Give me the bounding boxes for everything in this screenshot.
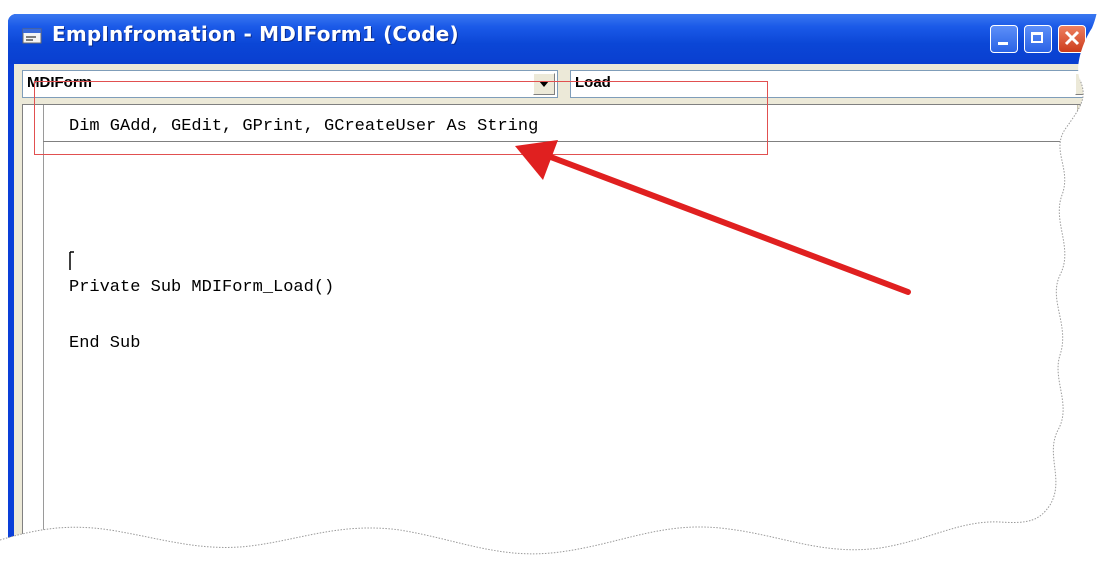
- annotation-arrow: [515, 140, 911, 295]
- screenshot-stage: EmpInfromation - MDIForm1 (Code) MDIForm: [0, 0, 1098, 561]
- annotation-layer: [0, 0, 1098, 561]
- torn-edge: [0, 0, 1098, 561]
